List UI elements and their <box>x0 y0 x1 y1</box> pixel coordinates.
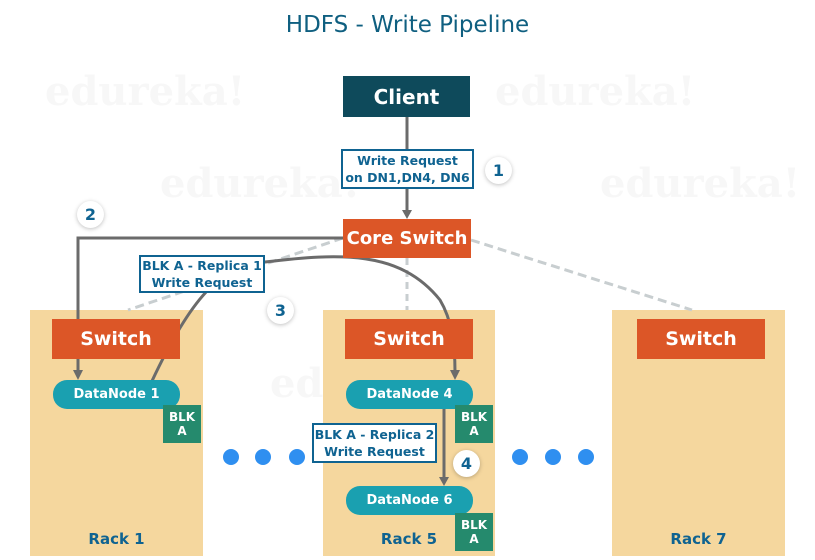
callout-line: Write Request <box>357 153 458 168</box>
step-badge-4: 4 <box>453 450 480 477</box>
page-title: HDFS - Write Pipeline <box>285 12 530 38</box>
block-label: A <box>177 424 187 438</box>
block-a-datanode1: BLK A <box>163 405 201 443</box>
block-label: A <box>469 424 479 438</box>
replica2-callout: BLK A - Replica 2 Write Request <box>312 423 437 463</box>
rack7-switch: Switch <box>637 319 765 359</box>
ellipsis-dot <box>223 449 239 465</box>
ellipsis-dot <box>545 449 561 465</box>
rack7-label: Rack 7 <box>670 530 727 548</box>
block-label: BLK <box>168 410 196 424</box>
rack1-label: Rack 1 <box>88 530 145 548</box>
callout-line: BLK A - Replica 1 <box>142 258 262 273</box>
callout-line: BLK A - Replica 2 <box>314 427 435 442</box>
client-node: Client <box>343 76 470 117</box>
rack5-label: Rack 5 <box>380 530 438 548</box>
step-badge-1: 1 <box>485 157 512 184</box>
datanode-4: DataNode 4 <box>346 380 473 409</box>
ellipsis-dot <box>578 449 594 465</box>
datanode-6: DataNode 6 <box>346 486 473 515</box>
datanode-1: DataNode 1 <box>53 380 180 409</box>
ellipsis-dot <box>255 449 271 465</box>
dashed-link-rack7 <box>470 238 693 312</box>
block-label: BLK <box>460 410 488 424</box>
write-request-callout: Write Request on DN1,DN4, DN6 <box>341 149 474 189</box>
callout-line: Write Request <box>151 275 253 290</box>
callout-line: on DN1,DN4, DN6 <box>345 170 470 185</box>
step-badge-2: 2 <box>77 201 104 228</box>
replica1-callout: BLK A - Replica 1 Write Request <box>139 255 265 293</box>
ellipsis-dot <box>512 449 528 465</box>
core-switch: Core Switch <box>343 219 471 258</box>
rack1-switch: Switch <box>52 319 180 359</box>
block-a-datanode4: BLK A <box>455 405 493 443</box>
callout-line: Write Request <box>324 444 425 459</box>
ellipsis-dot <box>289 449 305 465</box>
rack5-switch: Switch <box>345 319 473 359</box>
step-badge-3: 3 <box>267 297 294 324</box>
